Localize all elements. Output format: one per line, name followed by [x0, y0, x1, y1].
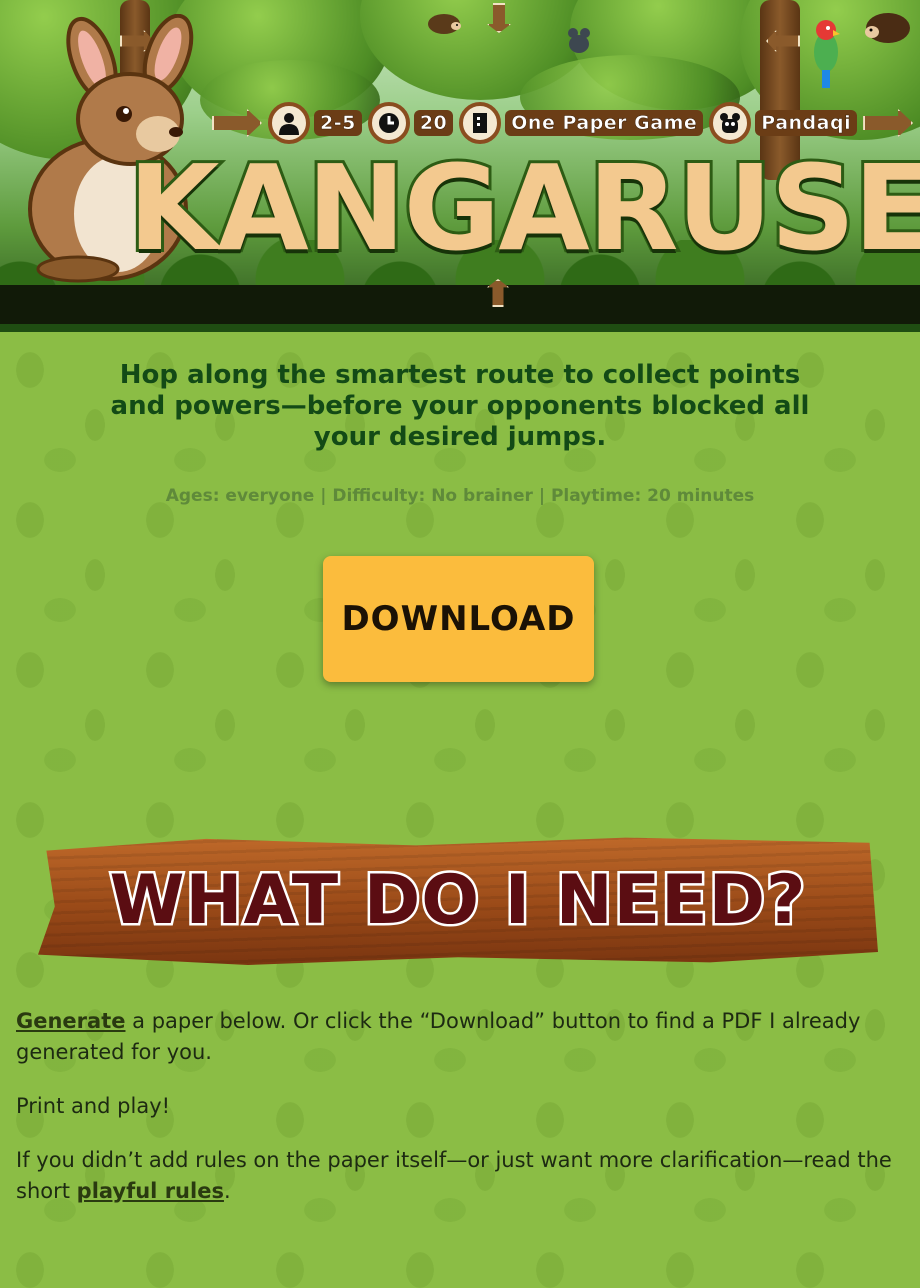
players-count: 2-5	[314, 110, 362, 136]
instructions-paragraph-1: Generate a paper below. Or click the “Do…	[16, 1006, 906, 1068]
paragraph-end: .	[223, 1179, 231, 1203]
game-title-logo: Kangaruse	[125, 136, 920, 280]
format-label: One Paper Game	[505, 110, 704, 136]
paragraph-text: a paper below. Or click the “Download” b…	[16, 1009, 861, 1064]
rules-link[interactable]: playful rules	[77, 1179, 224, 1203]
hedgehog-icon	[428, 14, 461, 34]
parrot-icon	[814, 20, 840, 88]
ground-strip	[0, 285, 920, 324]
section-heading: What do I need?	[107, 858, 808, 942]
instructions-paragraph-2: Print and play!	[16, 1094, 171, 1118]
arrow-sign-icon	[863, 109, 914, 137]
mouse-icon	[568, 28, 590, 53]
publisher-label: Pandaqi	[755, 110, 858, 136]
hedgehog-icon	[865, 13, 910, 43]
instructions-paragraph-3: If you didn’t add rules on the paper its…	[16, 1145, 906, 1207]
header-banner: 2-5 20 One Paper Game Pandaqi Kangaruse	[0, 0, 920, 324]
game-tagline: Hop along the smartest route to collect …	[110, 360, 810, 452]
playtime-minutes: 20	[413, 110, 454, 136]
generate-link[interactable]: Generate	[16, 1009, 125, 1033]
arrow-sign-icon	[212, 109, 262, 137]
download-button[interactable]: Download	[323, 556, 594, 682]
game-meta-info: Ages: everyone | Difficulty: No brainer …	[165, 486, 755, 506]
header-divider	[0, 324, 920, 332]
